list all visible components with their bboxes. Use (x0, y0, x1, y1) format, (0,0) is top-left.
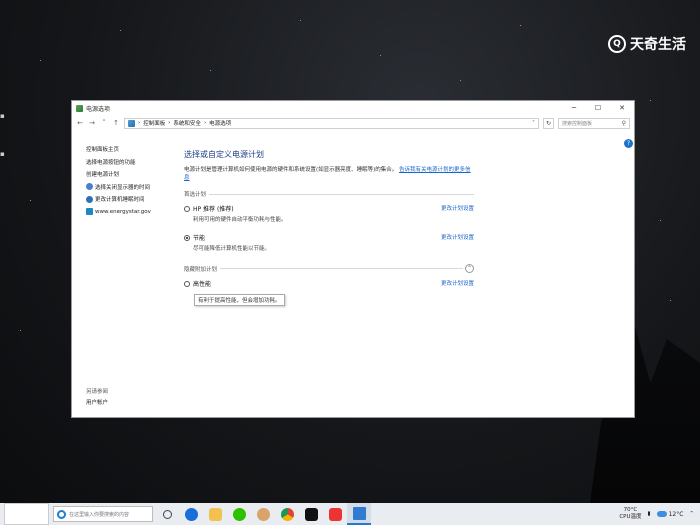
preferred-plans-group: 首选计划 HP 推荐 (推荐) 利用可用的硬件自动平衡功耗与性能。 更改计划设置 (184, 190, 474, 252)
display-icon (86, 183, 93, 191)
breadcrumb-item[interactable]: 控制面板 (143, 119, 165, 127)
system-tray: 70°C CPU温度 ▮ 12°C ⌃ (619, 507, 700, 521)
change-plan-settings-link[interactable]: 更改计划设置 (441, 233, 474, 252)
breadcrumb-item[interactable]: 系统和安全 (173, 119, 201, 127)
group-label: 首选计划 (184, 192, 207, 198)
left-pane: 控制面板主页 选择电源按钮的功能 创建电源计划 选择关闭显示器的时间 更改计算机… (86, 143, 176, 218)
network-icon[interactable]: ▮ (648, 511, 651, 517)
window-title: 电源选项 (86, 105, 111, 113)
see-also-section: 另请参阅 用户帐户 (86, 387, 108, 409)
plan-radio-option[interactable]: HP 推荐 (推荐) (184, 204, 441, 213)
power-options-window: 电源选项 ─ ☐ ✕ ← → ˅ ↑ › 控制面板 › 系统和安全 › 电源选项… (71, 100, 635, 418)
radio-button[interactable] (184, 280, 190, 287)
sleep-time-link[interactable]: 更改计算机睡眠时间 (86, 193, 176, 206)
plan-row: HP 推荐 (推荐) 利用可用的硬件自动平衡功耗与性能。 更改计划设置 (184, 204, 474, 223)
back-arrow-icon[interactable]: ← (76, 119, 84, 127)
create-power-plan-link[interactable]: 创建电源计划 (86, 168, 176, 181)
plan-description: 利用可用的硬件自动平衡功耗与性能。 (193, 217, 287, 223)
change-plan-settings-link[interactable]: 更改计划设置 (441, 279, 474, 288)
refresh-button[interactable]: ↻ (543, 117, 554, 129)
address-row: ← → ˅ ↑ › 控制面板 › 系统和安全 › 电源选项 ˅ ↻ 搜索控制面板… (72, 115, 634, 131)
photo-icon (256, 507, 270, 521)
sleep-icon (86, 195, 93, 203)
energystar-link[interactable]: www.energystar.gov (86, 206, 176, 219)
power-options-icon (76, 104, 83, 112)
help-icon[interactable]: ? (624, 139, 633, 148)
power-button-function-link[interactable]: 选择电源按钮的功能 (86, 156, 176, 169)
desktop-icon[interactable]: ▪ (0, 150, 5, 158)
hidden-plans-group: 隐藏附加计划 ⌃ 高性能 更改计划设置 有利于提高性能，但会增加功耗。 (184, 264, 474, 306)
minimize-button[interactable]: ─ (562, 101, 586, 115)
taskbar-app-browser[interactable] (179, 503, 203, 525)
browser-icon (57, 509, 66, 519)
browser-icon (184, 507, 198, 521)
taskbar-app-control-panel[interactable] (347, 503, 371, 525)
close-button[interactable]: ✕ (610, 101, 634, 115)
energystar-icon (86, 208, 93, 216)
plan-tooltip: 有利于提高性能，但会增加功耗。 (194, 294, 285, 306)
change-plan-settings-link[interactable]: 更改计划设置 (441, 204, 474, 223)
divider (209, 193, 474, 195)
folder-icon (208, 507, 222, 521)
page-description: 电源计划是管理计算机如何使用电源的硬件和系统设置(如显示器亮度、睡眠等)的集合。… (184, 167, 471, 181)
title-bar[interactable]: 电源选项 ─ ☐ ✕ (72, 101, 634, 115)
taskbar-search-input[interactable]: 在这里输入你要搜索的内容 (53, 506, 153, 522)
maximize-button[interactable]: ☐ (586, 101, 610, 115)
taskbar-app-explorer[interactable] (203, 503, 227, 525)
breadcrumb-item[interactable]: 电源选项 (209, 119, 231, 127)
taskbar-app-wechat[interactable] (227, 503, 251, 525)
see-also-label: 另请参阅 (86, 389, 109, 395)
page-title: 选择或自定义电源计划 (184, 150, 264, 159)
radio-button[interactable] (184, 205, 190, 212)
chevron-down-icon[interactable]: ˅ (100, 119, 108, 127)
taskbar-app-wps[interactable] (323, 503, 347, 525)
chrome-icon (280, 507, 294, 521)
task-view-icon (162, 509, 172, 519)
chevron-down-icon[interactable]: ˅ (532, 120, 535, 127)
address-bar[interactable]: › 控制面板 › 系统和安全 › 电源选项 ˅ (124, 117, 539, 129)
taskbar-app-task-view[interactable] (155, 503, 179, 525)
watermark-logo-icon: Q (608, 35, 626, 53)
plan-row: 节能 尽可能降低计算机性能以节能。 更改计划设置 (184, 233, 474, 252)
main-content: 选择或自定义电源计划 电源计划是管理计算机如何使用电源的硬件和系统设置(如显示器… (184, 149, 474, 306)
forward-arrow-icon[interactable]: → (88, 119, 96, 127)
plan-radio-option[interactable]: 高性能 (184, 279, 441, 288)
collapse-button[interactable]: ⌃ (465, 264, 474, 273)
weather-widget[interactable]: 12°C (656, 511, 683, 518)
plan-description: 尽可能降低计算机性能以节能。 (193, 246, 271, 252)
wechat-icon (232, 507, 246, 521)
wps-icon (328, 507, 342, 521)
control-panel-home-link[interactable]: 控制面板主页 (86, 143, 176, 156)
display-off-time-link[interactable]: 选择关闭显示器的时间 (86, 181, 176, 194)
user-accounts-link[interactable]: 用户帐户 (86, 398, 108, 409)
plan-radio-option[interactable]: 节能 (184, 233, 441, 242)
watermark-text: 天奇生活 (630, 37, 686, 53)
taskbar-app-photo[interactable] (251, 503, 275, 525)
taskbar: 在这里输入你要搜索的内容 70°C CPU温度 ▮ 12°C ⌃ (0, 503, 700, 525)
watermark: Q 天奇生活 (608, 34, 686, 54)
cloud-icon (656, 511, 667, 517)
control-panel-icon (352, 506, 366, 520)
desktop-icon[interactable]: ▪ (0, 112, 5, 120)
chevron-up-icon[interactable]: ⌃ (689, 511, 694, 517)
group-label: 隐藏附加计划 (184, 266, 218, 273)
capcut-icon (304, 507, 318, 521)
radio-button-selected[interactable] (184, 234, 190, 241)
control-panel-icon (128, 119, 135, 127)
taskbar-app-chrome[interactable] (275, 503, 299, 525)
taskbar-app-capcut[interactable] (299, 503, 323, 525)
search-input[interactable]: 搜索控制面板 ⚲ (558, 117, 630, 129)
search-icon: ⚲ (621, 119, 626, 127)
up-arrow-icon[interactable]: ↑ (112, 119, 120, 127)
plan-row: 高性能 更改计划设置 (184, 279, 474, 288)
start-button[interactable] (4, 503, 49, 525)
divider (220, 268, 463, 269)
cpu-temp-widget[interactable]: 70°C CPU温度 (619, 507, 641, 521)
